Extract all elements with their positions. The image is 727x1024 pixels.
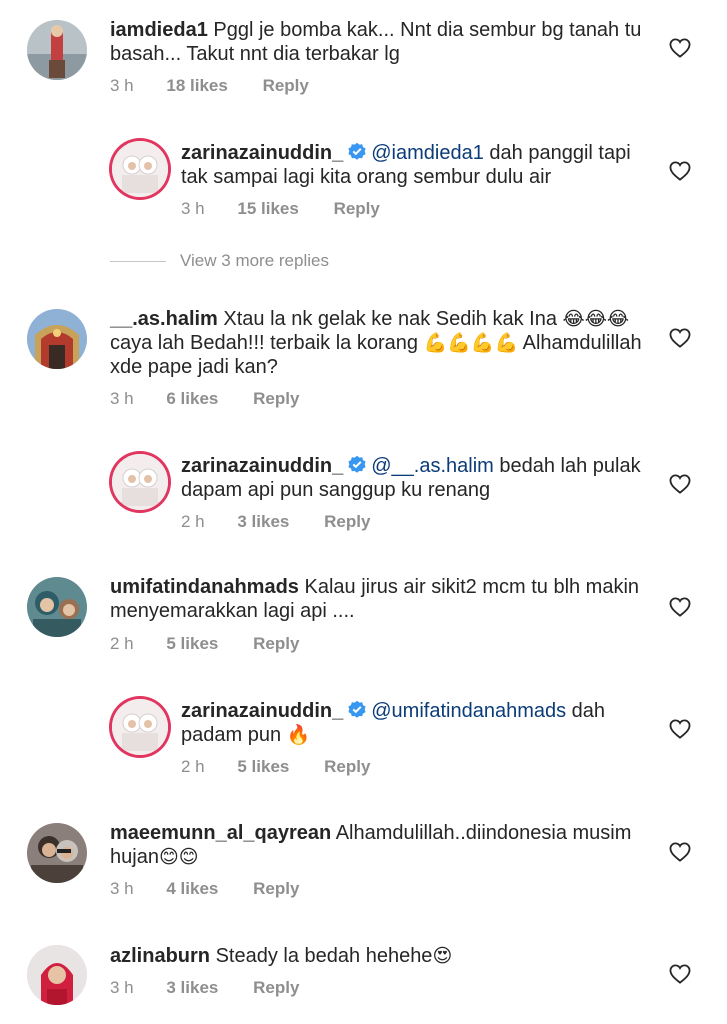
verified-badge-icon	[348, 455, 366, 473]
comment-likes[interactable]: 5 likes	[237, 757, 289, 777]
mention-link[interactable]: @umifatindanahmads	[371, 700, 566, 722]
reply-button[interactable]: Reply	[253, 634, 299, 654]
reply-button[interactable]: Reply	[334, 199, 380, 219]
comment-body-cont: dapam api pun sanggup ku renang	[181, 479, 491, 501]
comment-meta: 3 h 18 likes Reply	[110, 76, 309, 96]
comment-username[interactable]: zarinazainuddin_	[181, 142, 343, 164]
comment-time: 2 h	[110, 634, 134, 653]
avatar[interactable]	[112, 699, 168, 755]
avatar[interactable]	[27, 577, 87, 637]
comment-username[interactable]: zarinazainuddin_	[181, 700, 343, 722]
heart-outline-icon[interactable]	[669, 842, 691, 862]
comment-text: umifatindanahmads Kalau jirus air sikit2…	[110, 575, 639, 623]
comment-likes[interactable]: 18 likes	[166, 76, 227, 96]
mention-link[interactable]: @iamdieda1	[371, 142, 484, 164]
comment-time: 3 h	[181, 199, 205, 218]
comment-meta: 3 h 6 likes Reply	[110, 389, 299, 409]
heart-outline-icon[interactable]	[669, 597, 691, 617]
comment-username[interactable]: __.as.halim	[110, 308, 218, 330]
heart-outline-icon[interactable]	[669, 38, 691, 58]
comment-likes[interactable]: 3 likes	[166, 978, 218, 998]
reply-button[interactable]: Reply	[253, 978, 299, 998]
comment-time: 3 h	[110, 389, 134, 408]
fire-emoji: 🔥	[286, 724, 311, 746]
avatar[interactable]	[27, 823, 87, 883]
comment-body-cont: basah... Takut nnt dia terbakar lg	[110, 43, 400, 65]
avatar[interactable]	[112, 454, 168, 510]
comment-body-cont: tak sampai lagi kita orang sembur dulu a…	[181, 166, 552, 188]
reply-button[interactable]: Reply	[324, 512, 370, 532]
comment-body: Pggl je bomba kak... Nnt dia sembur bg t…	[213, 19, 642, 41]
comment-time: 2 h	[181, 757, 205, 776]
avatar[interactable]	[27, 309, 87, 369]
comment-text: iamdieda1 Pggl je bomba kak... Nnt dia s…	[110, 18, 641, 66]
comment-time: 3 h	[110, 978, 134, 997]
comment-meta: 2 h 3 likes Reply	[181, 512, 370, 532]
comment-body: dah panggil tapi	[483, 142, 631, 164]
comment-body: Alhamdulillah..diindonesia musim	[335, 822, 632, 844]
comment-meta: 2 h 5 likes Reply	[181, 757, 370, 777]
comment-body-cont: hujan	[110, 846, 159, 868]
comment-likes[interactable]: 4 likes	[166, 879, 218, 899]
comment-username[interactable]: umifatindanahmads	[110, 576, 299, 598]
comment-likes[interactable]: 3 likes	[237, 512, 289, 532]
comment-username[interactable]: maeemunn_al_qayrean	[110, 822, 331, 844]
comment-username[interactable]: iamdieda1	[110, 19, 208, 41]
comment-body-cont: padam pun	[181, 724, 287, 746]
smiling-emoji: 😊😊	[158, 846, 199, 868]
divider	[110, 261, 166, 263]
heart-outline-icon[interactable]	[669, 161, 691, 181]
flexed-biceps-emoji: 💪💪💪💪	[423, 332, 519, 354]
view-more-replies[interactable]: View 3 more replies	[110, 251, 329, 275]
comment-body-cont: Alhamdulillah	[518, 332, 642, 354]
comment-text: zarinazainuddin_ @umifatindanahmads dah p…	[181, 699, 605, 747]
comment-meta: 2 h 5 likes Reply	[110, 634, 299, 654]
heart-outline-icon[interactable]	[669, 719, 691, 739]
comment-body: Steady la bedah hehehe	[215, 945, 433, 967]
reply-button[interactable]: Reply	[324, 757, 370, 777]
comment-body-cont: menyemarakkan lagi api ....	[110, 600, 355, 622]
comment-username[interactable]: azlinaburn	[110, 945, 210, 967]
view-more-replies-label[interactable]: View 3 more replies	[180, 251, 329, 270]
comment-time: 3 h	[110, 76, 134, 95]
comment-text: azlinaburn Steady la bedah hehehe😍	[110, 944, 452, 968]
avatar[interactable]	[27, 20, 87, 80]
comment-time: 2 h	[181, 512, 205, 531]
comment-meta: 3 h 3 likes Reply	[110, 978, 299, 998]
comment-likes[interactable]: 6 likes	[166, 389, 218, 409]
reply-button[interactable]: Reply	[253, 389, 299, 409]
comment-text: zarinazainuddin_ @__.as.halim bedah lah p…	[181, 454, 641, 502]
laughing-emoji: 😂😂😂	[562, 308, 630, 330]
comment-body: Kalau jirus air sikit2 mcm tu blh makin	[304, 576, 640, 598]
heart-outline-icon[interactable]	[669, 328, 691, 348]
comment-body: dah	[566, 700, 606, 722]
verified-badge-icon	[348, 142, 366, 160]
comment-body-cont: xde pape jadi kan?	[110, 356, 278, 378]
heart-outline-icon[interactable]	[669, 964, 691, 984]
mention-link[interactable]: @__.as.halim	[371, 455, 494, 477]
comment-body: Xtau la nk gelak ke nak Sedih kak Ina	[223, 308, 557, 330]
comment-likes[interactable]: 15 likes	[237, 199, 298, 219]
reply-button[interactable]: Reply	[253, 879, 299, 899]
comment-body: bedah lah pulak	[493, 455, 641, 477]
comment-text: zarinazainuddin_ @iamdieda1 dah panggil t…	[181, 141, 631, 189]
comment-username[interactable]: zarinazainuddin_	[181, 455, 343, 477]
comment-text: maeemunn_al_qayrean Alhamdulillah..diind…	[110, 821, 631, 869]
avatar[interactable]	[112, 141, 168, 197]
verified-badge-icon	[348, 700, 366, 718]
comment-meta: 3 h 4 likes Reply	[110, 879, 299, 899]
heart-eyes-emoji: 😍	[432, 945, 453, 967]
comment-text: __.as.halim Xtau la nk gelak ke nak Sedi…	[110, 307, 642, 379]
reply-button[interactable]: Reply	[263, 76, 309, 96]
comment-time: 3 h	[110, 879, 134, 898]
comment-likes[interactable]: 5 likes	[166, 634, 218, 654]
heart-outline-icon[interactable]	[669, 474, 691, 494]
comment-meta: 3 h 15 likes Reply	[181, 199, 380, 219]
avatar[interactable]	[27, 945, 87, 1005]
comment-body-cont: caya lah Bedah!!! terbaik la korang	[110, 332, 424, 354]
